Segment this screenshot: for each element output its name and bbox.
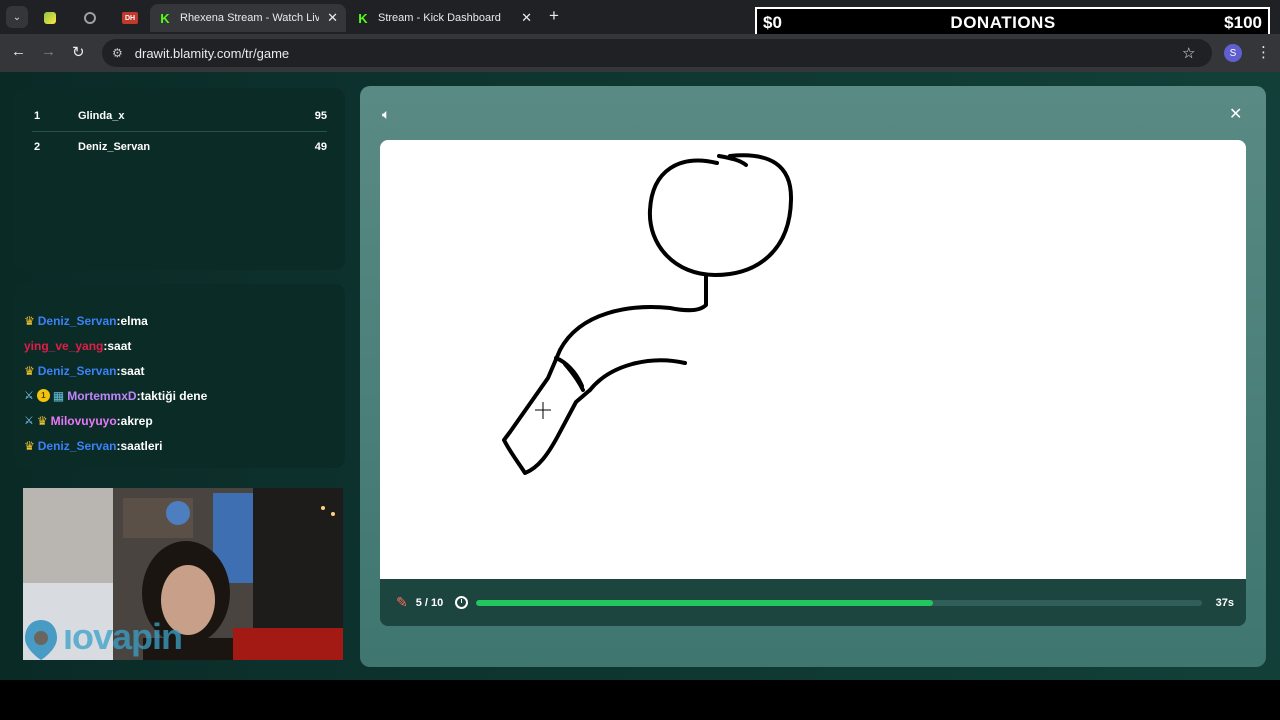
tab-label: Stream - Kick Dashboard — [378, 12, 501, 24]
player-rank: 1 — [34, 109, 41, 122]
tab-close-icon[interactable]: ✕ — [327, 10, 338, 26]
url-text: drawit.blamity.com/tr/game — [134, 45, 290, 61]
chat-message: ⚔ ♛ Milovuyuyo :akrep — [24, 408, 335, 433]
chat-message: ⚔ 1 ▦ MortemmxD :taktiği dene — [24, 383, 335, 408]
chat-text: :saat — [103, 338, 132, 353]
sword-icon: ⚔ — [24, 390, 34, 402]
kick-icon: K — [358, 10, 368, 26]
pencil-icon: ✎ — [396, 594, 408, 610]
leaderboard-row: 2 Deniz_Servan 49 — [32, 131, 327, 162]
forward-arrow-icon[interactable]: → — [41, 43, 56, 60]
leaderboard-row: 1 Glinda_x 95 — [32, 100, 327, 131]
overlay-logo-text: ıovapin — [63, 616, 183, 657]
kick-icon: K — [160, 10, 170, 26]
address-bar[interactable]: ⚙ drawit.blamity.com/tr/game — [102, 39, 1212, 67]
player-rank: 2 — [34, 141, 41, 153]
drawing-canvas[interactable] — [380, 140, 1246, 579]
crown-icon: ♛ — [24, 438, 35, 453]
chat-message: ying_ve_yang :saat — [24, 333, 335, 358]
game-status-bar: ✎ 5 / 10 37s — [380, 579, 1246, 626]
stopwatch-icon — [455, 596, 469, 609]
dh-favicon-icon: DH — [122, 12, 138, 24]
time-left: 37s — [1215, 596, 1234, 609]
time-progress-bar — [476, 599, 1202, 606]
chat-text: :akrep — [116, 413, 153, 428]
chat-text: :elma — [116, 313, 148, 328]
close-icon[interactable]: ✕ — [1229, 104, 1242, 124]
player-name: Deniz_Servan — [78, 141, 151, 153]
crown-icon: ♛ — [24, 313, 35, 328]
back-arrow-icon[interactable]: ← — [11, 43, 26, 60]
chat-text: :saat — [116, 363, 145, 378]
crown-icon: ♛ — [24, 363, 35, 378]
leaderboard-panel: 1 Glinda_x 95 2 Deniz_Servan 49 — [14, 88, 345, 270]
tab-rhexena-stream[interactable]: K Rhexena Stream - Watch Live o ✕ — [150, 4, 346, 32]
new-tab-plus-icon[interactable]: + — [549, 6, 559, 26]
chat-message: ♛ Deniz_Servan :elma — [24, 308, 335, 333]
chat-username[interactable]: Milovuyuyo — [51, 414, 117, 428]
round-counter: 5 / 10 — [415, 596, 444, 609]
coin-icon: 1 — [36, 389, 50, 402]
bookmark-star-icon[interactable]: ☆ — [1182, 44, 1195, 62]
grid-badge-icon: ▦ — [52, 388, 65, 403]
tab-2[interactable] — [76, 4, 106, 32]
donations-current: $0 — [763, 12, 782, 32]
reload-icon[interactable]: ↻ — [72, 43, 85, 61]
chat-username[interactable]: Deniz_Servan — [38, 364, 117, 378]
site-info-icon[interactable]: ⚙ — [112, 46, 123, 60]
player-score: 95 — [314, 109, 327, 122]
tab-close-icon[interactable]: ✕ — [521, 10, 532, 26]
game-panel: 🔈︎ ✕ ✎ 5 / 10 37s — [360, 86, 1266, 667]
chat-username[interactable]: ying_ve_yang — [24, 339, 103, 353]
tab-kick-dashboard[interactable]: K Stream - Kick Dashboard ✕ — [348, 4, 540, 32]
sword-icon: ⚔ — [24, 415, 34, 427]
donations-goal: $100 — [1224, 12, 1262, 32]
letterbox-bar — [0, 680, 1280, 720]
chat-username[interactable]: MortemmxD — [67, 389, 136, 403]
browser-menu-icon[interactable]: ⋮ — [1256, 43, 1271, 61]
crown-icon: ♛ — [36, 413, 48, 428]
donations-title: DONATIONS — [950, 12, 1056, 32]
globe-icon — [84, 12, 96, 24]
drawing-strokes — [502, 153, 794, 475]
app-favicon-icon — [44, 12, 56, 24]
chat-panel: ♛ Deniz_Servan :elma ying_ve_yang :saat … — [14, 284, 345, 468]
tab-1[interactable] — [36, 4, 66, 32]
speaker-icon[interactable]: 🔈︎ — [382, 106, 390, 123]
player-score: 49 — [314, 141, 327, 153]
player-name: Glinda_x — [78, 109, 125, 122]
chat-message: ♛ Deniz_Servan :saatleri — [24, 433, 335, 458]
time-progress-fill — [476, 599, 934, 606]
tab-label: Rhexena Stream - Watch Live o — [180, 12, 320, 24]
tab-search-button[interactable]: ⌄ — [6, 6, 28, 28]
chat-text: :taktiği dene — [136, 388, 208, 403]
chat-text: :saatleri — [116, 438, 163, 453]
chat-username[interactable]: Deniz_Servan — [38, 314, 117, 328]
chat-username[interactable]: Deniz_Servan — [38, 439, 117, 453]
game-page: 1 Glinda_x 95 2 Deniz_Servan 49 ♛ Deniz_… — [0, 72, 1280, 680]
browser-toolbar: ← → ↻ ⚙ drawit.blamity.com/tr/game ☆ S ⋮ — [0, 34, 1280, 72]
profile-avatar[interactable]: S — [1224, 44, 1242, 62]
chat-message: ♛ Deniz_Servan :saat — [24, 358, 335, 383]
webcam-feed: ıovapin — [23, 488, 343, 660]
tab-3[interactable]: DH — [114, 4, 144, 32]
